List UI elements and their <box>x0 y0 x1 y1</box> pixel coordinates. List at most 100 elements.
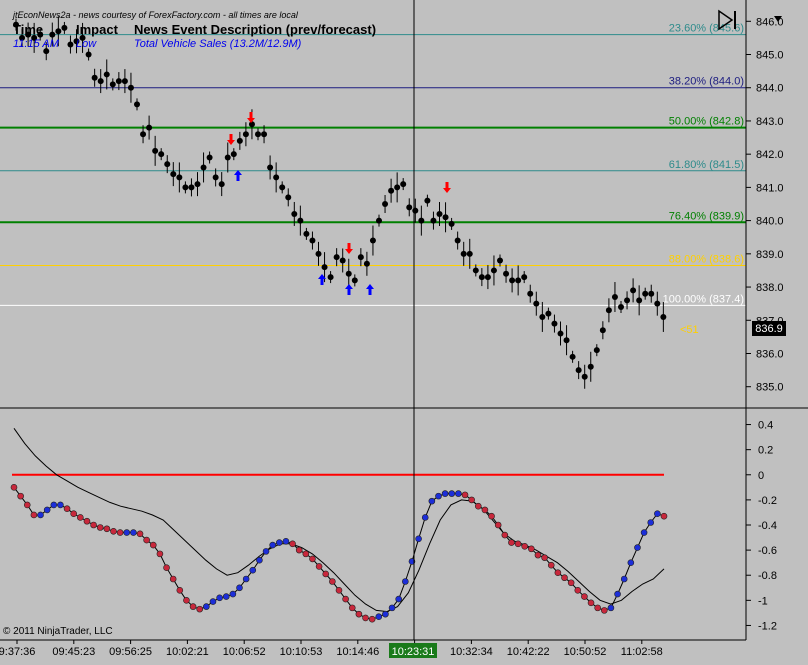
price-chart[interactable]: 23.60% (845.6)38.20% (844.0)50.00% (842.… <box>0 0 808 665</box>
osc-tick-label: -0.4 <box>758 520 777 532</box>
price-close-point <box>406 204 413 211</box>
price-close-point <box>200 164 207 171</box>
crosshair-time-label: 10:23:31 <box>389 643 437 658</box>
osc-dot <box>395 595 402 603</box>
col-time-header: Time <box>13 22 44 37</box>
osc-dot <box>468 496 475 504</box>
price-close-point <box>194 181 201 188</box>
osc-dot <box>322 570 330 578</box>
osc-dot <box>594 604 601 612</box>
price-close-point <box>327 274 334 281</box>
osc-dot <box>574 586 582 594</box>
price-close-point <box>164 161 171 168</box>
time-tick-label: 9:37:36 <box>0 646 35 658</box>
price-close-point <box>515 277 522 284</box>
price-close-point <box>448 220 455 227</box>
osc-dot <box>196 605 204 613</box>
price-tick-label: 844.0 <box>756 83 784 95</box>
price-close-point <box>273 174 280 181</box>
price-close-point <box>484 274 491 281</box>
osc-dot <box>77 514 84 521</box>
price-close-point <box>436 210 443 217</box>
osc-dot <box>17 492 24 500</box>
osc-dot <box>216 594 223 602</box>
osc-dot <box>262 548 270 555</box>
time-tick-label: 10:06:52 <box>223 646 266 658</box>
plot-area <box>0 0 746 640</box>
osc-dot <box>601 607 608 614</box>
osc-dot <box>382 610 389 618</box>
osc-dot <box>176 586 184 594</box>
price-close-point <box>424 197 431 204</box>
price-close-point <box>158 151 165 158</box>
price-close-point <box>460 250 467 257</box>
price-close-point <box>454 237 461 244</box>
osc-dot <box>276 539 283 546</box>
price-close-point <box>261 131 268 138</box>
osc-dot <box>660 512 668 520</box>
osc-dot <box>521 543 529 550</box>
osc-dot <box>23 501 31 509</box>
col-event-header: News Event Description (prev/forecast) <box>134 22 377 37</box>
price-close-point <box>67 41 74 48</box>
price-close-point <box>309 237 316 244</box>
price-close-point <box>291 210 298 217</box>
price-close-point <box>49 31 56 38</box>
price-close-point <box>285 194 292 201</box>
osc-dot <box>634 544 641 551</box>
osc-dot <box>289 540 296 548</box>
osc-dot <box>435 492 442 500</box>
price-close-point <box>152 147 159 154</box>
osc-dot <box>282 538 290 545</box>
osc-tick-label: -0.6 <box>758 545 777 557</box>
price-close-point <box>188 184 195 191</box>
price-close-point <box>267 164 274 171</box>
svg-text:10:23:31: 10:23:31 <box>392 646 435 658</box>
price-close-point <box>236 137 243 144</box>
price-close-point <box>611 294 618 301</box>
osc-dot <box>654 510 661 518</box>
price-tick-label: 841.0 <box>756 182 784 194</box>
osc-dot <box>136 530 144 538</box>
fib-level-label: 50.00% (842.8) <box>669 116 744 128</box>
osc-dot <box>123 529 131 536</box>
price-close-point <box>557 330 564 337</box>
osc-dot <box>561 574 568 582</box>
osc-dot <box>567 579 575 587</box>
time-tick-label: 11:02:58 <box>621 646 663 658</box>
price-tick-label: 835.0 <box>756 382 784 394</box>
time-tick-label: 10:10:53 <box>280 646 323 658</box>
price-close-point <box>605 307 612 314</box>
price-close-point <box>176 174 183 181</box>
svg-text:836.9: 836.9 <box>755 323 783 335</box>
price-close-point <box>61 24 68 31</box>
osc-tick-label: -0.8 <box>758 570 777 582</box>
price-close-point <box>218 181 225 188</box>
price-close-point <box>242 131 249 138</box>
osc-dot <box>203 603 210 610</box>
osc-dot <box>229 590 237 598</box>
osc-dot <box>640 529 648 536</box>
osc-dot <box>514 540 522 548</box>
price-close-point <box>115 78 122 85</box>
price-tick-label: 838.0 <box>756 282 784 294</box>
price-close-point <box>103 71 110 78</box>
osc-tick-label: 0.2 <box>758 445 773 457</box>
price-close-point <box>581 373 588 380</box>
osc-dot <box>329 578 336 585</box>
price-close-point <box>563 337 570 344</box>
osc-dot <box>183 597 190 604</box>
osc-dot <box>315 563 323 570</box>
price-close-point <box>182 184 189 191</box>
time-tick-label: 10:50:52 <box>564 646 607 658</box>
price-close-point <box>345 270 352 277</box>
price-tick-label: 836.0 <box>756 348 784 360</box>
osc-dot <box>149 541 157 549</box>
skip-to-end-icon[interactable] <box>716 9 740 31</box>
price-close-point <box>654 300 661 307</box>
price-close-point <box>170 171 177 178</box>
osc-dot <box>534 551 542 559</box>
price-close-point <box>442 214 449 221</box>
osc-dot <box>96 524 104 531</box>
osc-dot <box>189 603 197 610</box>
